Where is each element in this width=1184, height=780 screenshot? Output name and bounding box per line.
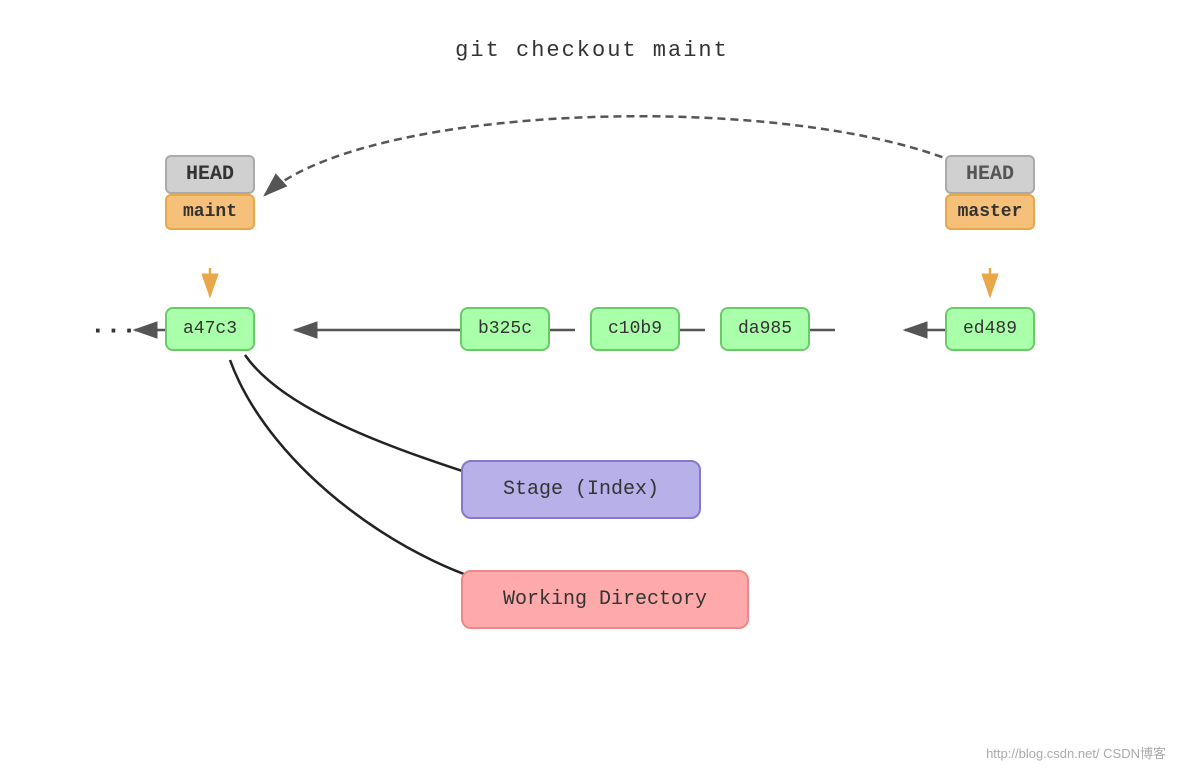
diagram-title: git checkout maint <box>455 38 729 63</box>
diagram-container: git checkout maint <box>0 0 1184 780</box>
working-directory-box: Working Directory <box>461 570 749 629</box>
commit-b325c: b325c <box>460 307 550 351</box>
watermark: http://blog.csdn.net/ CSDN博客 <box>986 743 1166 762</box>
commit-da985: da985 <box>720 307 810 351</box>
commit-c10b9: c10b9 <box>590 307 680 351</box>
arrows-svg <box>0 0 1184 780</box>
commit-ed489: ed489 <box>945 307 1035 351</box>
head-right: HEAD master <box>945 155 1035 230</box>
branch-master: master <box>945 194 1035 230</box>
head-left-label: HEAD <box>165 155 255 194</box>
head-right-label: HEAD <box>945 155 1035 194</box>
head-left: HEAD maint <box>165 155 255 230</box>
branch-maint: maint <box>165 194 255 230</box>
commit-a47c3: a47c3 <box>165 307 255 351</box>
ellipsis: ··· <box>90 316 137 346</box>
stage-box: Stage (Index) <box>461 460 701 519</box>
